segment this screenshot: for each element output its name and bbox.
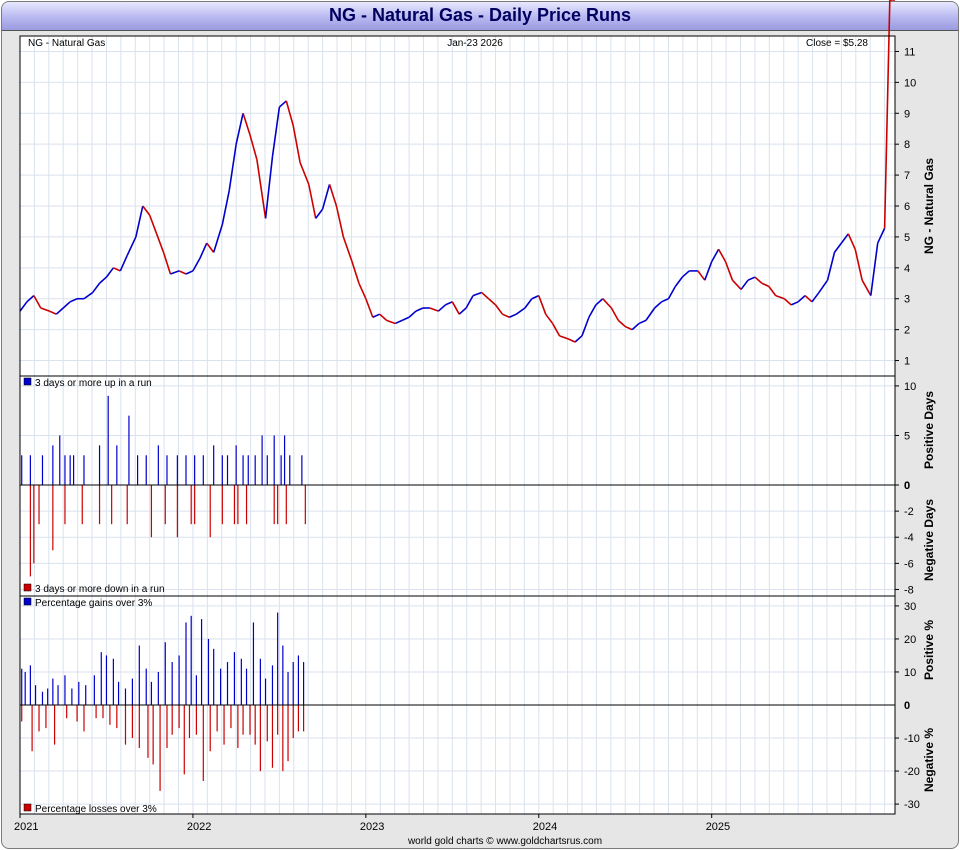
x-tick-label: 2024 bbox=[533, 821, 557, 833]
y-tick-label: 9 bbox=[904, 108, 910, 120]
y-zero-label: 0 bbox=[904, 480, 910, 492]
y-tick-label: -30 bbox=[904, 799, 920, 811]
y-zero-label: 0 bbox=[904, 700, 910, 712]
y-tick-label: -4 bbox=[904, 532, 914, 544]
y-tick-label: 5 bbox=[904, 430, 910, 442]
y-tick-label: 7 bbox=[904, 170, 910, 182]
legend-up-days-swatch bbox=[23, 377, 32, 386]
y-tick-label: 20 bbox=[904, 634, 916, 646]
y-tick-label: 6 bbox=[904, 201, 910, 213]
header-close: Close = $5.28 bbox=[806, 38, 868, 49]
y-tick-label: -6 bbox=[904, 558, 914, 570]
legend-up-days: 3 days or more up in a run bbox=[35, 378, 152, 389]
y-tick-label: -20 bbox=[904, 766, 920, 778]
negative-days-axis-title: Negative Days bbox=[922, 499, 936, 581]
legend-losses: Percentage losses over 3% bbox=[35, 804, 157, 815]
y-tick-label: 1 bbox=[904, 356, 910, 368]
y-tick-label: -10 bbox=[904, 733, 920, 745]
legend-losses-swatch bbox=[23, 803, 32, 812]
x-tick-label: 2023 bbox=[360, 821, 384, 833]
y-tick-label: 11 bbox=[904, 46, 915, 58]
header-symbol: NG - Natural Gas bbox=[28, 38, 105, 49]
y-tick-label: 5 bbox=[904, 232, 910, 244]
negative-pct-axis-title: Negative % bbox=[922, 728, 936, 792]
y-tick-label: 3 bbox=[904, 294, 910, 306]
y-tick-label: -8 bbox=[904, 584, 914, 596]
legend-down-days-swatch bbox=[23, 583, 32, 592]
legend-down-days: 3 days or more down in a run bbox=[35, 584, 165, 595]
x-tick-label: 2021 bbox=[14, 821, 38, 833]
price-axis-title: NG - Natural Gas bbox=[922, 158, 936, 254]
y-tick-label: 10 bbox=[904, 381, 916, 393]
positive-days-axis-title: Positive Days bbox=[922, 391, 936, 469]
y-tick-label: 2 bbox=[904, 325, 910, 337]
y-tick-label: 10 bbox=[904, 77, 916, 89]
footer-credit: world gold charts © www.goldchartsrus.co… bbox=[407, 836, 602, 847]
legend-gains-swatch bbox=[23, 597, 32, 606]
y-tick-label: 30 bbox=[904, 601, 916, 613]
x-tick-label: 2022 bbox=[187, 821, 211, 833]
positive-pct-axis-title: Positive % bbox=[922, 620, 936, 680]
legend-gains: Percentage gains over 3% bbox=[35, 598, 152, 609]
chart-svg: 1 2 3 4 5 6 7 8 9 10 11 0 5 10 -2 -4 -6 -8 10 20 30 -10 -20 -30… bbox=[14, 0, 936, 847]
y-tick-label: 10 bbox=[904, 667, 916, 679]
y-tick-label: 8 bbox=[904, 139, 910, 151]
header-date: Jan-23 2026 bbox=[447, 38, 503, 49]
y-tick-label: 4 bbox=[904, 263, 910, 275]
y-tick-label: -2 bbox=[904, 506, 914, 518]
x-tick-label: 2025 bbox=[706, 821, 730, 833]
